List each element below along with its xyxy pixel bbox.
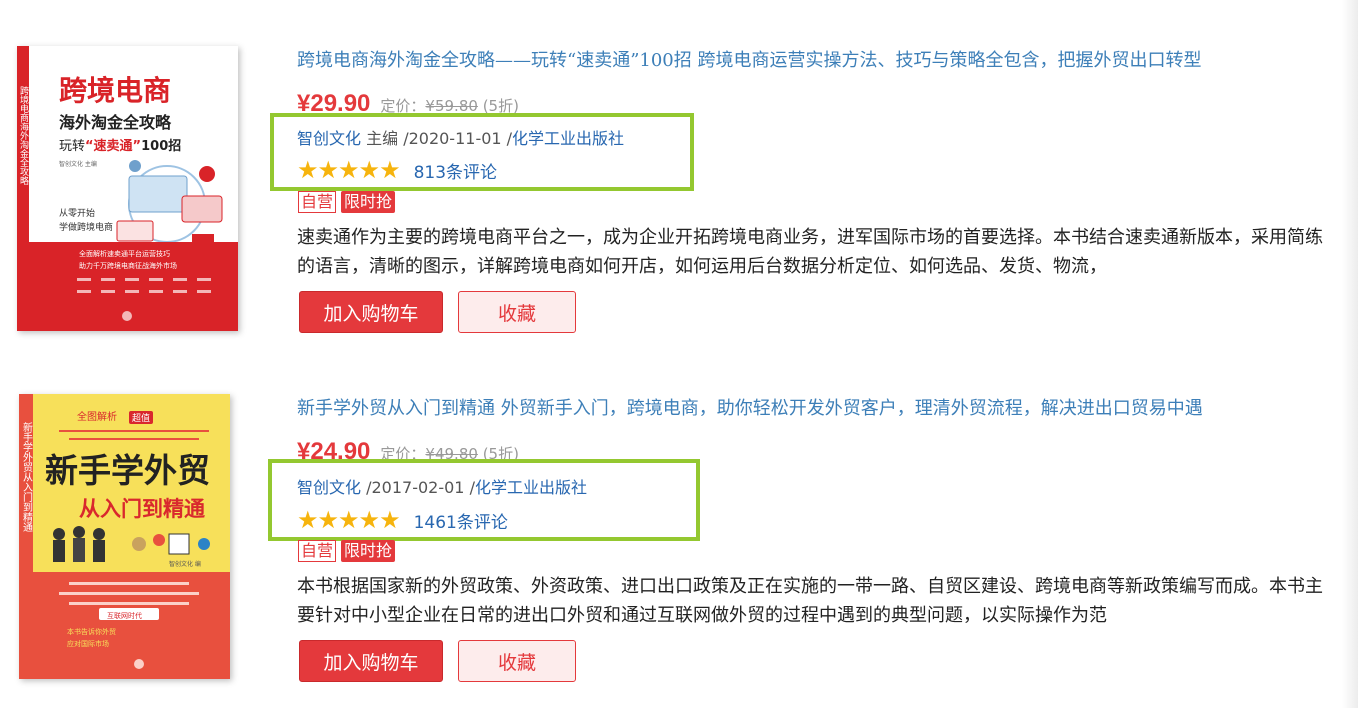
cover-spine-text: 跨境电商海外淘金全攻略 xyxy=(18,86,29,185)
rating-row: ★★★★★ 813条评论 xyxy=(297,156,497,184)
star-rating-icon: ★★★★★ xyxy=(297,156,401,184)
product-description: 本书根据国家新的外贸政策、外资政策、进口出口政策及正在实施的一带一路、自贸区建设… xyxy=(297,576,1323,626)
add-to-cart-button[interactable]: 加入购物车 xyxy=(299,291,443,333)
favorite-button[interactable]: 收藏 xyxy=(458,291,576,333)
product-item-1: 跨境电商海外淘金全攻略 跨境电商 海外淘金全攻略 玩转“速卖通”100招 智创文… xyxy=(0,0,1358,350)
right-edge-shadow xyxy=(1342,0,1358,708)
tag-row: 自营 限时抢 xyxy=(298,191,396,213)
product-meta: 智创文化 主编 /2020-11-01 /化学工业出版社 xyxy=(297,125,624,149)
publisher-link[interactable]: 化学工业出版社 xyxy=(475,478,587,497)
book-cover-illustration: 新手学外贸从入门到精通 全图解析 超值 新手学外贸 从入门到精通 智创文化 编 xyxy=(19,394,230,679)
svg-text:玩转“速卖通”100招: 玩转“速卖通”100招 xyxy=(59,138,181,154)
publish-date: /2020-11-01 / xyxy=(398,129,513,148)
svg-text:互联网时代: 互联网时代 xyxy=(107,611,142,620)
cover-title: 新手学外贸 xyxy=(45,451,210,490)
rating-row: ★★★★★ 1461条评论 xyxy=(297,506,508,534)
product-title-link[interactable]: 新手学外贸从入门到精通 外贸新手入门，跨境电商，助你轻松开发外贸客户，理清外贸流… xyxy=(297,394,1337,420)
author-link[interactable]: 智创文化 xyxy=(297,478,361,497)
svg-text:智创文化 编: 智创文化 编 xyxy=(169,560,201,568)
cover-spine-text: 新手学外贸从入门到精通 xyxy=(21,421,33,532)
cover-subtitle: 海外淘金全攻略 xyxy=(59,113,172,132)
svg-text:全图解析: 全图解析 xyxy=(77,410,117,423)
star-rating-icon: ★★★★★ xyxy=(297,506,401,534)
cover-subtitle: 从入门到精通 xyxy=(79,497,205,521)
product-cover-image[interactable]: 跨境电商海外淘金全攻略 跨境电商 海外淘金全攻略 玩转“速卖通”100招 智创文… xyxy=(17,46,238,331)
review-count-link[interactable]: 813条评论 xyxy=(414,158,497,183)
self-operated-badge: 自营 xyxy=(298,191,337,213)
self-operated-badge: 自营 xyxy=(298,540,337,562)
flash-sale-badge: 限时抢 xyxy=(341,540,396,562)
svg-text:从零开始: 从零开始 xyxy=(59,207,95,219)
author-link[interactable]: 智创文化 xyxy=(297,129,361,148)
book-cover-illustration: 跨境电商海外淘金全攻略 跨境电商 海外淘金全攻略 玩转“速卖通”100招 智创文… xyxy=(17,46,238,331)
svg-text:本书告诉你外贸: 本书告诉你外贸 xyxy=(67,627,116,636)
svg-text:全面解析速卖通平台运营技巧: 全面解析速卖通平台运营技巧 xyxy=(79,249,170,258)
tag-row: 自营 限时抢 xyxy=(298,540,396,562)
svg-text:智创文化 主编: 智创文化 主编 xyxy=(59,160,97,168)
product-title-link[interactable]: 跨境电商海外淘金全攻略——玩转“速卖通”100招 跨境电商运营实操方法、技巧与策… xyxy=(297,46,1337,72)
svg-text:超值: 超值 xyxy=(132,412,150,424)
author-role: 主编 xyxy=(361,129,399,148)
product-item-2: 新手学外贸从入门到精通 全图解析 超值 新手学外贸 从入门到精通 智创文化 编 xyxy=(0,350,1358,708)
svg-text:助力千万跨境电商征战海外市场: 助力千万跨境电商征战海外市场 xyxy=(79,261,177,270)
product-description: 速卖通作为主要的跨境电商平台之一，成为企业开拓跨境电商业务，进军国际市场的首要选… xyxy=(297,227,1323,277)
product-cover-image[interactable]: 新手学外贸从入门到精通 全图解析 超值 新手学外贸 从入门到精通 智创文化 编 xyxy=(19,394,230,679)
svg-text:应对国际市场: 应对国际市场 xyxy=(67,639,109,648)
publish-date: /2017-02-01 / xyxy=(361,478,475,497)
favorite-button[interactable]: 收藏 xyxy=(458,640,576,682)
product-meta: 智创文化 /2017-02-01 /化学工业出版社 xyxy=(297,474,587,498)
review-count-link[interactable]: 1461条评论 xyxy=(414,508,508,533)
svg-text:学做跨境电商: 学做跨境电商 xyxy=(59,221,113,233)
publisher-link[interactable]: 化学工业出版社 xyxy=(512,129,624,148)
cover-title: 跨境电商 xyxy=(59,74,171,107)
add-to-cart-button[interactable]: 加入购物车 xyxy=(299,640,443,682)
flash-sale-badge: 限时抢 xyxy=(341,191,396,213)
